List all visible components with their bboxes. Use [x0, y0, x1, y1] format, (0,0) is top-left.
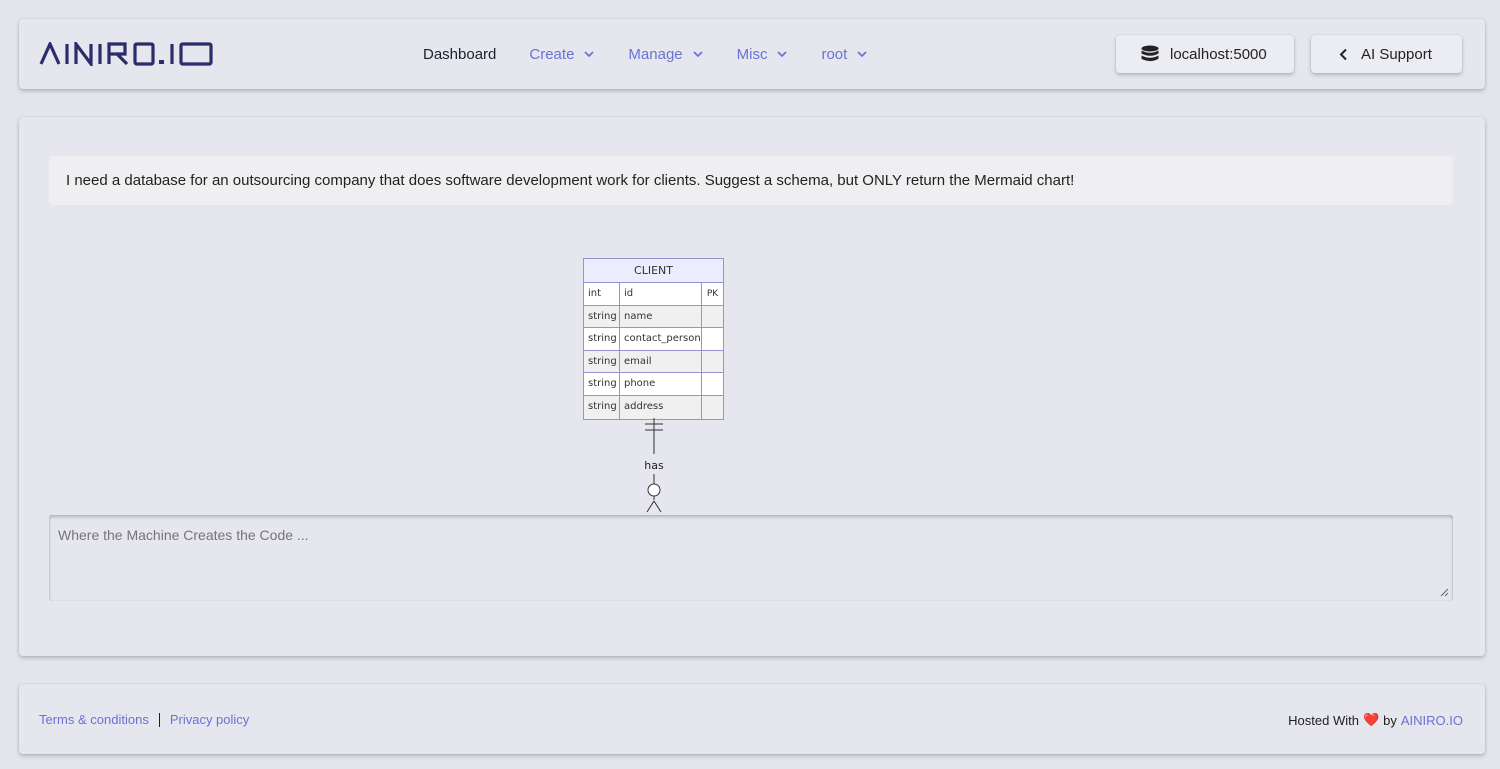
by-text: by	[1383, 712, 1397, 728]
main-nav: Dashboard Create Manage Misc root	[423, 19, 901, 89]
ainiro-logo[interactable]	[39, 41, 213, 67]
nav-misc[interactable]: Misc	[737, 46, 789, 63]
nav-root[interactable]: root	[821, 46, 868, 63]
database-button-label: localhost:5000	[1170, 45, 1267, 63]
footer-links: Terms & conditions Privacy policy	[39, 712, 249, 727]
er-relationship-line	[645, 418, 663, 513]
heart-icon: ❤️	[1362, 712, 1380, 727]
nav-root-label: root	[821, 45, 848, 63]
privacy-link[interactable]: Privacy policy	[170, 712, 249, 727]
chevron-left-icon	[1339, 48, 1347, 60]
er-relationship-label: has	[640, 459, 668, 472]
ai-support-label: AI Support	[1361, 45, 1432, 63]
nav-manage[interactable]: Manage	[628, 46, 703, 63]
nav-create[interactable]: Create	[529, 46, 595, 63]
resize-handle-icon[interactable]	[1440, 588, 1449, 597]
mermaid-er-diagram: CLIENT int id PK string name string cont…	[579, 254, 739, 514]
ainiro-link[interactable]: AINIRO.IO	[1401, 713, 1463, 728]
prompt-input[interactable]	[49, 515, 1453, 601]
footer: Terms & conditions Privacy policy Hosted…	[19, 684, 1485, 754]
hosted-by: Hosted With ❤️ by AINIRO.IO	[1288, 712, 1463, 728]
terms-link[interactable]: Terms & conditions	[39, 712, 149, 727]
top-navbar: Dashboard Create Manage Misc root localh…	[19, 19, 1485, 89]
chevron-down-icon	[857, 51, 867, 58]
chevron-down-icon	[584, 51, 595, 58]
user-message: I need a database for an outsourcing com…	[49, 156, 1453, 205]
database-icon	[1141, 45, 1159, 62]
nav-manage-label: Manage	[628, 45, 683, 63]
chevron-down-icon	[693, 51, 703, 58]
footer-divider	[158, 712, 160, 727]
user-message-text: I need a database for an outsourcing com…	[66, 172, 1075, 189]
nav-dashboard[interactable]: Dashboard	[423, 46, 496, 63]
chevron-down-icon	[777, 51, 788, 58]
nav-misc-label: Misc	[736, 45, 768, 63]
nav-create-label: Create	[529, 45, 575, 63]
database-button[interactable]: localhost:5000	[1116, 35, 1294, 73]
logo-wordmark	[39, 42, 213, 66]
chat-panel: I need a database for an outsourcing com…	[19, 117, 1485, 656]
nav-dashboard-label: Dashboard	[423, 45, 497, 63]
ai-support-button[interactable]: AI Support	[1311, 35, 1462, 73]
hosted-with-text: Hosted With	[1288, 712, 1359, 728]
